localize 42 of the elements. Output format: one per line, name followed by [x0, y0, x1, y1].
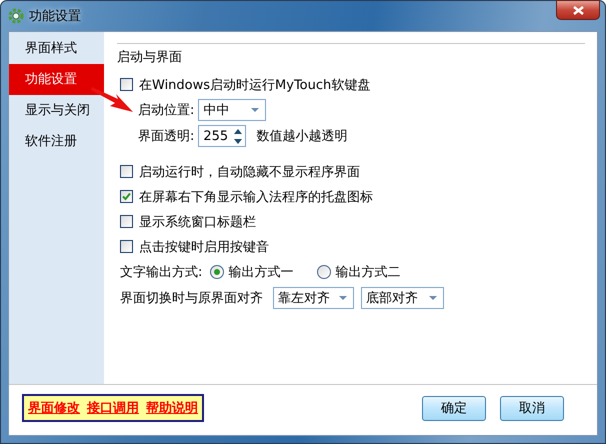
sidebar-item[interactable]: 功能设置 — [9, 64, 104, 95]
checkbox[interactable] — [120, 190, 133, 203]
section-title: 启动与界面 — [117, 50, 182, 65]
sidebar-item[interactable]: 显示与关闭 — [9, 95, 104, 126]
sidebar-item[interactable]: 界面样式 — [9, 33, 104, 64]
ok-button[interactable]: 确定 — [422, 396, 486, 420]
field-label: 界面切换时与原界面对齐 — [120, 290, 263, 307]
checkbox-label: 在Windows启动时运行MyTouch软键盘 — [139, 76, 370, 94]
checkbox[interactable] — [120, 215, 133, 228]
close-icon — [572, 6, 584, 14]
gear-icon — [8, 8, 24, 24]
field-label: 界面透明: — [138, 128, 194, 145]
checkbox-label: 显示系统窗口标题栏 — [139, 214, 256, 230]
checkbox-label: 在屏幕右下角显示输入法程序的托盘图标 — [139, 188, 373, 206]
checkbox-label: 启动运行时，自动隐藏不显示程序界面 — [139, 164, 360, 180]
radio-button[interactable] — [210, 264, 224, 278]
radio-label: 输出方式一 — [228, 264, 294, 280]
field-label: 启动位置: — [138, 102, 194, 119]
hint-text: 数值越小越透明 — [256, 128, 348, 145]
caret-icon — [429, 296, 437, 300]
checkbox[interactable] — [120, 240, 133, 253]
position-dropdown[interactable]: 中中 — [198, 99, 266, 121]
align-dropdown[interactable]: 靠左对齐 — [273, 287, 354, 309]
checkbox[interactable] — [120, 78, 133, 91]
close-button[interactable] — [556, 0, 600, 20]
help-link[interactable]: 帮助说明 — [146, 399, 198, 417]
spinner-field[interactable]: 255 — [198, 125, 246, 147]
help-link[interactable]: 接口调用 — [87, 399, 139, 417]
caret-icon — [339, 296, 347, 300]
sidebar-item[interactable]: 软件注册 — [9, 126, 104, 157]
up-down-arrows-icon — [234, 128, 242, 144]
radio-button[interactable] — [317, 264, 332, 278]
align-dropdown[interactable]: 底部对齐 — [361, 287, 444, 309]
caret-icon — [251, 108, 260, 112]
field-label: 文字输出方式: — [120, 264, 202, 280]
cancel-button[interactable]: 取消 — [500, 396, 564, 420]
checkbox-label: 点击按键时启用按键音 — [139, 238, 269, 256]
help-link[interactable]: 界面修改 — [28, 399, 80, 417]
window-title: 功能设置 — [29, 8, 81, 25]
checkbox[interactable] — [120, 165, 133, 178]
arrow-drawing — [91, 85, 135, 115]
radio-label: 输出方式二 — [335, 264, 400, 280]
